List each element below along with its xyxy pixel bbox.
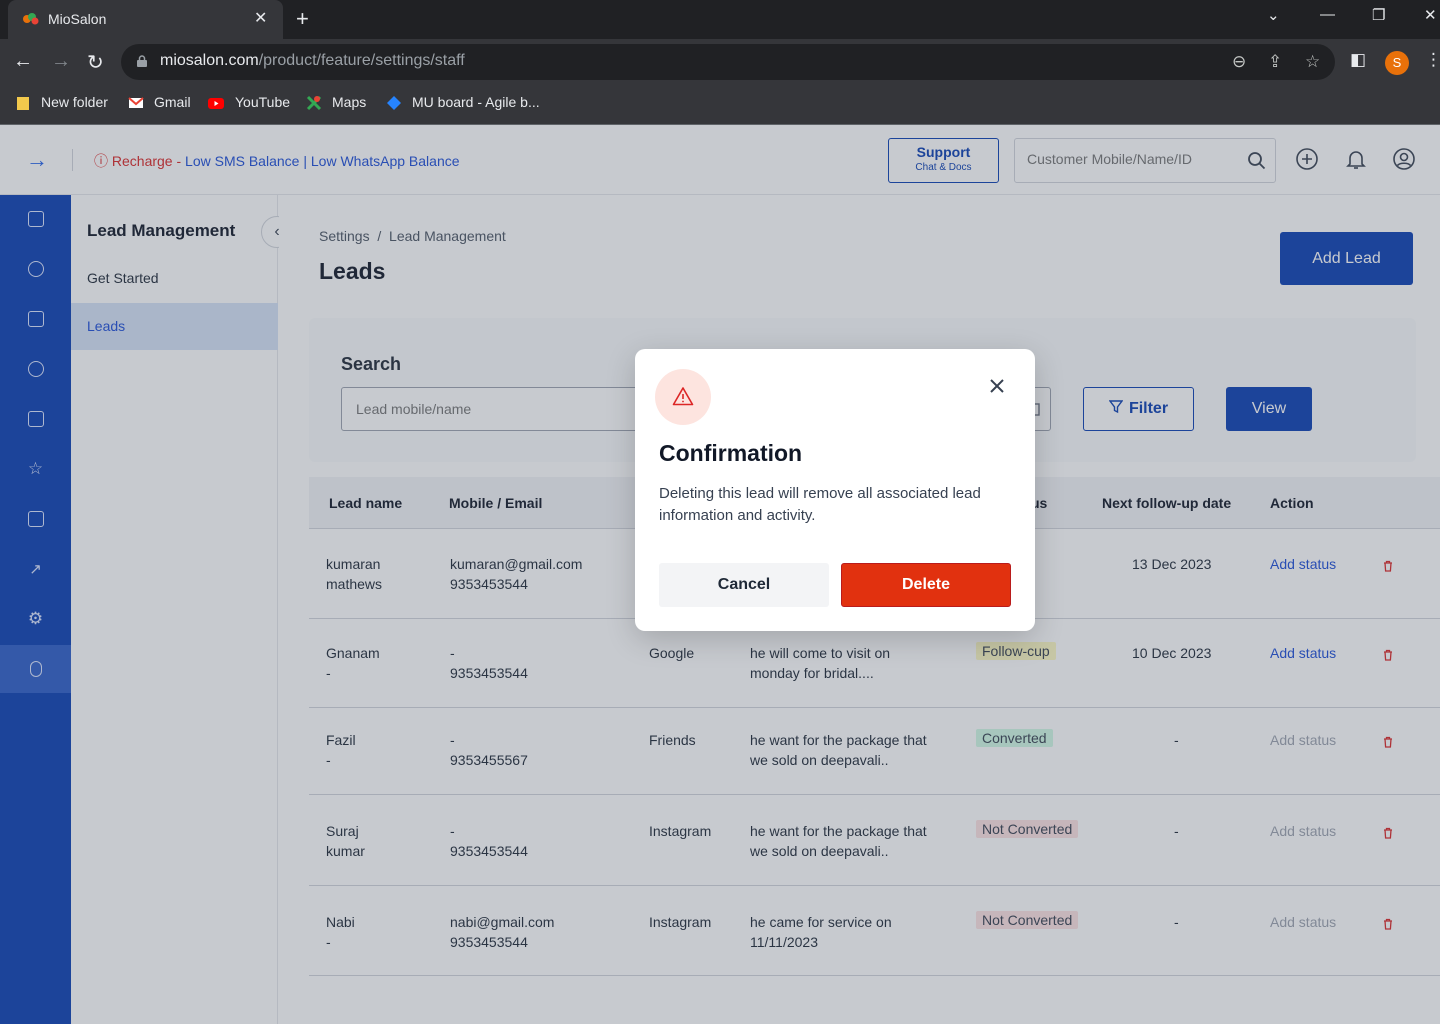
browser-toolbar: ← → ↻ miosalon.com/product/feature/setti…	[0, 39, 1440, 85]
bookmark-mu-board[interactable]: MU board - Agile b...	[412, 94, 540, 110]
browser-tab[interactable]: MioSalon ✕	[8, 0, 283, 39]
tab-close-icon[interactable]: ✕	[254, 8, 267, 28]
miosalon-favicon-icon	[23, 13, 39, 25]
window-close-icon[interactable]: ✕	[1424, 6, 1437, 24]
bookmark-new-folder[interactable]: New folder	[41, 94, 108, 110]
tab-title: MioSalon	[48, 11, 107, 27]
minimize-icon[interactable]: —	[1320, 6, 1335, 23]
tab-search-icon[interactable]: ⌄	[1267, 6, 1280, 24]
profile-avatar[interactable]: S	[1385, 51, 1409, 75]
browser-tabbar: MioSalon ✕ + ⌄ — ❐ ✕	[0, 0, 1440, 39]
forward-icon[interactable]: →	[51, 50, 71, 73]
close-icon[interactable]	[987, 376, 1007, 396]
new-tab-icon[interactable]: +	[296, 6, 309, 32]
star-icon[interactable]: ☆	[1305, 52, 1320, 72]
gmail-icon	[128, 97, 144, 108]
confirmation-dialog: Confirmation Deleting this lead will rem…	[635, 349, 1035, 631]
url-text: miosalon.com/product/feature/settings/st…	[160, 52, 465, 69]
bookmarks-bar: New folder Gmail YouTube Maps MU board -…	[0, 85, 1440, 125]
bookmark-maps[interactable]: Maps	[332, 94, 366, 110]
jira-icon	[387, 96, 401, 110]
share-icon[interactable]: ⇪	[1268, 52, 1282, 72]
sidepanel-icon[interactable]: ◧	[1350, 50, 1366, 70]
restore-icon[interactable]: ❐	[1372, 6, 1385, 24]
bookmark-gmail[interactable]: Gmail	[154, 94, 191, 110]
warning-icon	[672, 387, 694, 406]
more-menu-icon[interactable]: ⋮	[1425, 50, 1440, 70]
reload-icon[interactable]: ↻	[87, 50, 104, 75]
warning-badge	[655, 369, 711, 425]
lock-icon	[137, 55, 147, 67]
maps-icon	[306, 95, 322, 111]
folder-icon	[17, 97, 29, 110]
bookmark-youtube[interactable]: YouTube	[235, 94, 290, 110]
delete-button[interactable]: Delete	[841, 563, 1011, 607]
zoom-icon[interactable]: ⊖	[1232, 52, 1246, 72]
dialog-title: Confirmation	[659, 440, 803, 466]
youtube-icon	[208, 98, 224, 109]
cancel-button[interactable]: Cancel	[659, 563, 829, 607]
dialog-message: Deleting this lead will remove all assoc…	[659, 485, 981, 524]
back-icon[interactable]: ←	[13, 50, 33, 73]
address-bar[interactable]: miosalon.com/product/feature/settings/st…	[121, 44, 1335, 80]
